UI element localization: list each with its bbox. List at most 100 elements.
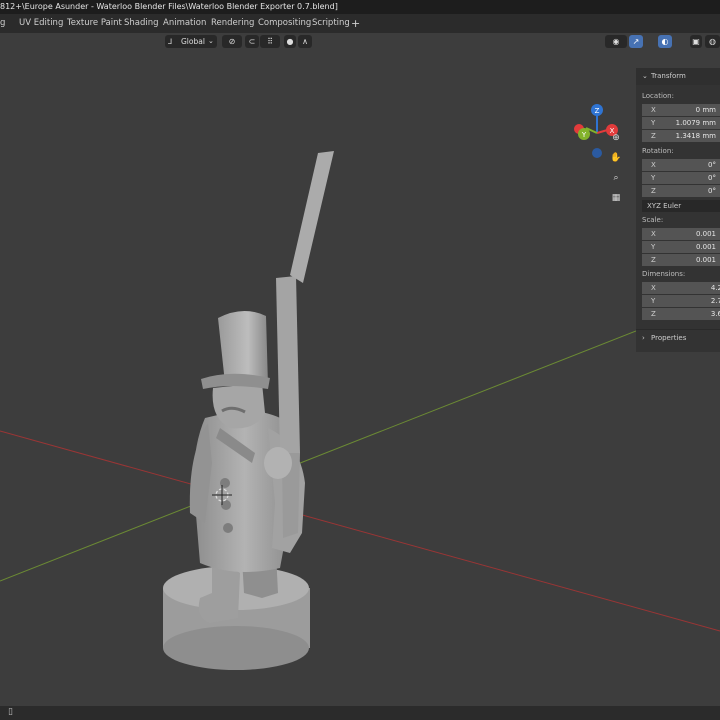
dimensions-x-field[interactable]: X 4.2: [642, 282, 720, 294]
overlay-toggle-button[interactable]: ◐: [658, 35, 672, 48]
dimensions-label: Dimensions:: [642, 270, 686, 278]
location-label: Location:: [642, 92, 674, 100]
scale-x-field[interactable]: X 0.001: [642, 228, 720, 240]
snap-increment-icon: ⠿: [267, 37, 273, 46]
chevron-right-icon: ›: [642, 334, 645, 342]
proportional-edit-button[interactable]: ●: [284, 35, 296, 48]
visibility-icon: ◉: [612, 37, 620, 46]
location-x-field[interactable]: X 0 mm: [642, 104, 720, 116]
status-bar: ▯: [0, 706, 720, 720]
tab-modeling[interactable]: g: [0, 14, 5, 33]
pivot-point-icon: ⊘: [228, 37, 236, 46]
ortho-toggle-button[interactable]: ▦: [607, 189, 625, 207]
transform-orientation-icon: ⅃: [168, 37, 173, 46]
axis-label: Y: [651, 297, 656, 305]
zoom-button[interactable]: ⊕: [607, 129, 625, 147]
properties-panel-title: Properties: [651, 334, 687, 342]
transform-sidebar: ⌄ Transform Location: X 0 mm Y 1.0079 mm Z…: [636, 68, 720, 352]
axis-label: Z: [651, 256, 656, 264]
transform-panel-header[interactable]: ⌄ Transform: [636, 68, 720, 85]
field-value: 0°: [708, 174, 716, 182]
chevron-down-icon: ⌄: [642, 72, 648, 80]
pan-button[interactable]: ✋: [607, 149, 625, 167]
tab-animation[interactable]: Animation: [163, 14, 206, 33]
camera-icon: ⌕: [613, 173, 619, 183]
field-value: 1.3418 mm: [675, 132, 716, 140]
proportional-edit-icon: ●: [286, 37, 294, 46]
rotation-x-field[interactable]: X 0°: [642, 159, 720, 171]
workspace-tabs: g UV Editing Texture Paint Shading Anima…: [0, 14, 720, 33]
location-z-field[interactable]: Z 1.3418 mm: [642, 130, 720, 142]
field-value: 1.0079 mm: [675, 119, 716, 127]
properties-panel-header[interactable]: › Properties: [636, 329, 720, 347]
orientation-label: Global: [181, 37, 205, 46]
rotation-z-field[interactable]: Z 0°: [642, 185, 720, 197]
rotation-y-field[interactable]: Y 0°: [642, 172, 720, 184]
field-value: 0.001: [695, 230, 716, 238]
dimensions-z-field[interactable]: Z 3.6: [642, 308, 720, 320]
snap-toggle-button[interactable]: ⊂: [245, 35, 259, 48]
window-title-bar: 812+\Europe Asunder - Waterloo Blender F…: [0, 0, 720, 14]
axis-label: Z: [651, 187, 656, 195]
rotation-label: Rotation:: [642, 147, 674, 155]
axis-label: Y: [651, 243, 656, 251]
camera-view-button[interactable]: ⌕: [607, 169, 625, 187]
y-axis-line: [0, 330, 637, 582]
add-workspace-button[interactable]: +: [351, 14, 360, 33]
field-value: 4.2: [710, 284, 720, 292]
window-title: 812+\Europe Asunder - Waterloo Blender F…: [0, 2, 338, 11]
tab-texture-paint[interactable]: Texture Paint: [67, 14, 122, 33]
axis-label: X: [651, 161, 656, 169]
tab-uv-editing[interactable]: UV Editing: [19, 14, 63, 33]
tab-shading[interactable]: Shading: [124, 14, 159, 33]
snap-target-button[interactable]: ⠿: [260, 35, 280, 48]
tab-compositing[interactable]: Compositing: [258, 14, 311, 33]
axis-label: X: [651, 284, 656, 292]
field-value: 2.7: [710, 297, 720, 305]
zoom-icon: ⊕: [612, 133, 620, 143]
transform-panel-title: Transform: [651, 72, 686, 80]
gizmo-neg-z-axis[interactable]: [592, 148, 602, 158]
field-value: 0.001: [695, 243, 716, 251]
axis-label: Y: [651, 174, 656, 182]
x-axis-line: [0, 430, 720, 632]
xray-toggle-button[interactable]: ▣: [690, 35, 702, 48]
mouse-icon: ▯: [8, 707, 13, 717]
chevron-down-icon: ⌄: [208, 37, 214, 45]
tab-scripting[interactable]: Scripting: [312, 14, 350, 33]
axis-label: Z: [651, 132, 656, 140]
solid-shading-button[interactable]: ◍: [705, 35, 720, 48]
gizmo-y-label: Y: [581, 131, 587, 139]
3d-viewport[interactable]: Z Y X ⅃ Global ⌄ ⊘ ⊂ ⠿ ● ∧ ◉ ↗ ◐ ▣ ◍ ⊕ ✋…: [0, 33, 720, 706]
rotation-mode-dropdown[interactable]: XYZ Euler: [642, 200, 720, 212]
scale-y-field[interactable]: Y 0.001: [642, 241, 720, 253]
scale-label: Scale:: [642, 216, 664, 224]
xray-icon: ▣: [692, 37, 700, 46]
field-value: 3.6: [710, 310, 720, 318]
scale-z-field[interactable]: Z 0.001: [642, 254, 720, 266]
field-value: 0°: [708, 187, 716, 195]
falloff-icon: ∧: [302, 37, 308, 46]
axis-label: Y: [651, 119, 656, 127]
falloff-button[interactable]: ∧: [298, 35, 312, 48]
pivot-point-button[interactable]: ⊘: [222, 35, 242, 48]
solid-shading-icon: ◍: [709, 37, 716, 46]
dimensions-y-field[interactable]: Y 2.7: [642, 295, 720, 307]
tab-rendering[interactable]: Rendering: [211, 14, 254, 33]
gizmo-icon: ↗: [632, 37, 640, 46]
field-value: 0 mm: [695, 106, 716, 114]
field-value: 0°: [708, 161, 716, 169]
viewport-header: ⅃ Global ⌄ ⊘ ⊂ ⠿ ● ∧ ◉ ↗ ◐ ▣ ◍: [0, 33, 720, 50]
soldier-model[interactable]: [163, 151, 334, 670]
snap-magnet-icon: ⊂: [248, 37, 256, 46]
axis-label: X: [651, 230, 656, 238]
gizmo-z-label: Z: [595, 107, 600, 115]
hand-pan-icon: ✋: [610, 153, 622, 163]
visibility-button[interactable]: ◉: [605, 35, 627, 48]
overlay-icon: ◐: [661, 37, 669, 46]
transform-orientation-dropdown[interactable]: ⅃ Global ⌄: [165, 35, 217, 48]
location-y-field[interactable]: Y 1.0079 mm: [642, 117, 720, 129]
grid-ortho-icon: ▦: [611, 193, 621, 203]
field-value: 0.001: [695, 256, 716, 264]
gizmo-toggle-button[interactable]: ↗: [629, 35, 643, 48]
